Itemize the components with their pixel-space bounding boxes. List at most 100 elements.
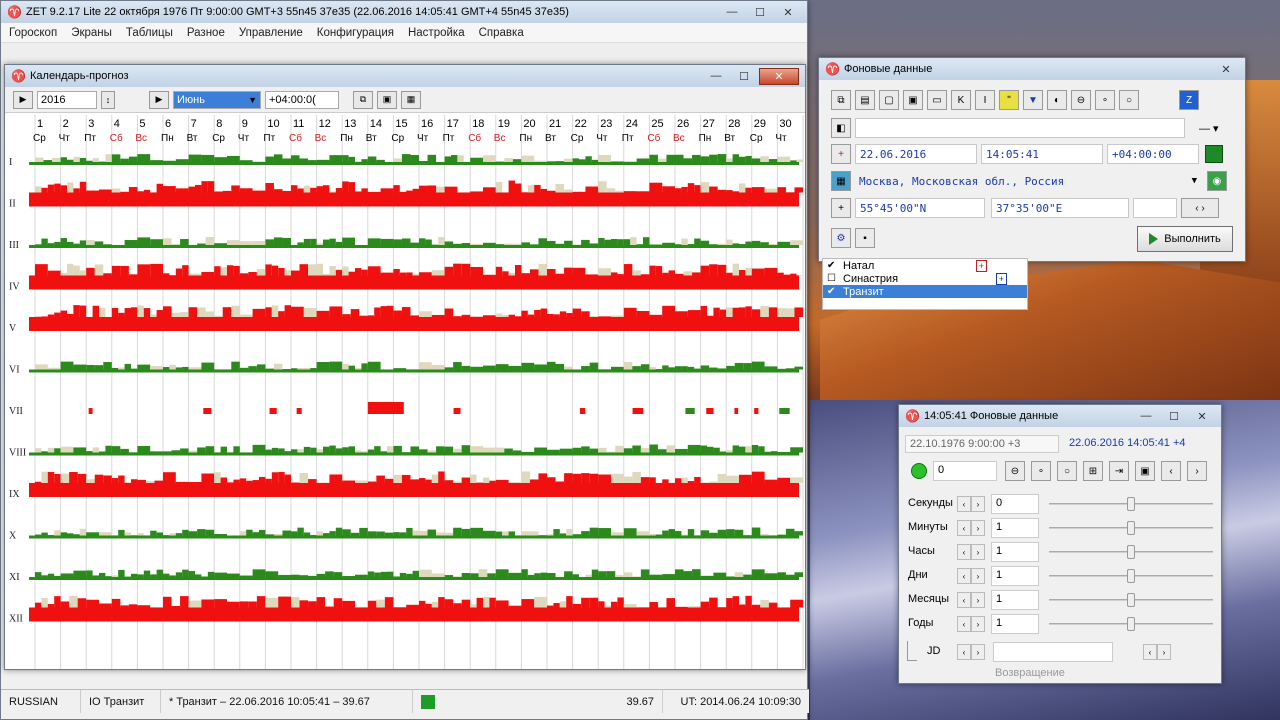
seconds-spinner[interactable]: ‹ › bbox=[957, 496, 985, 512]
minimize-button[interactable]: — bbox=[703, 68, 729, 85]
chart-icon[interactable]: ⊞ bbox=[1083, 461, 1103, 481]
menu-settings[interactable]: Настройка bbox=[408, 27, 465, 39]
prev-month-button[interactable]: ▶ bbox=[149, 90, 169, 109]
list-item-natal[interactable]: ✔ Натал + bbox=[823, 259, 1027, 272]
circle-strike-icon[interactable]: ⊖ bbox=[1005, 461, 1025, 481]
calendar-icon[interactable]: + bbox=[831, 144, 851, 164]
days-spinner[interactable]: ‹ › bbox=[957, 568, 985, 584]
name-field[interactable] bbox=[855, 118, 1185, 138]
map-icon[interactable]: ▦ bbox=[831, 171, 851, 191]
export-icon[interactable]: ⇥ bbox=[1109, 461, 1129, 481]
menu-misc[interactable]: Разное bbox=[187, 27, 225, 39]
chart-icon[interactable]: ▦ bbox=[401, 90, 421, 109]
time-field[interactable]: 14:05:41 bbox=[981, 144, 1103, 164]
maximize-button[interactable]: ☐ bbox=[1161, 408, 1187, 425]
coords-icon[interactable]: + bbox=[831, 198, 851, 218]
jd-spinner[interactable]: ‹ › bbox=[957, 644, 985, 660]
menu-screens[interactable]: Экраны bbox=[71, 27, 112, 39]
checkbox-transit[interactable]: ✔ bbox=[827, 286, 837, 297]
close-button[interactable]: ✕ bbox=[775, 4, 801, 21]
menu-horoscope[interactable]: Гороскоп bbox=[9, 27, 57, 39]
month-select[interactable]: Июнь ▼ bbox=[173, 90, 261, 109]
hours-slider[interactable] bbox=[1049, 545, 1213, 559]
k-icon[interactable]: K bbox=[951, 90, 971, 110]
list-item-synastry[interactable]: ☐ Синастрия + bbox=[823, 272, 1027, 285]
calendar-titlebar[interactable]: ♈ Календарь-прогноз — ☐ ✕ bbox=[5, 65, 805, 87]
copy-icon[interactable]: ⧉ bbox=[831, 90, 851, 110]
jd-field[interactable] bbox=[993, 642, 1113, 662]
jd-spinner-2[interactable]: ‹ › bbox=[1143, 644, 1171, 660]
run-button[interactable]: Выполнить bbox=[1137, 226, 1233, 252]
date-field[interactable]: 22.06.2016 bbox=[855, 144, 977, 164]
tz-color-icon[interactable] bbox=[1205, 145, 1223, 163]
timer-icon[interactable]: ʺ bbox=[999, 90, 1019, 110]
minutes-slider[interactable] bbox=[1049, 521, 1213, 535]
minimize-button[interactable]: — bbox=[719, 4, 745, 21]
save-icon[interactable]: ▣ bbox=[377, 90, 397, 109]
circle-strike-icon[interactable]: ⊖ bbox=[1071, 90, 1091, 110]
record-icon[interactable]: ▪ bbox=[855, 228, 875, 248]
days-slider[interactable] bbox=[1049, 569, 1213, 583]
minutes-field[interactable]: 1 bbox=[991, 518, 1039, 538]
years-slider[interactable] bbox=[1049, 617, 1213, 631]
seconds-field[interactable]: 0 bbox=[991, 494, 1039, 514]
lat-field[interactable]: 55°45'00"N bbox=[855, 198, 985, 218]
hours-spinner[interactable]: ‹ › bbox=[957, 544, 985, 560]
menu-control[interactable]: Управление bbox=[239, 27, 303, 39]
main-titlebar[interactable]: ♈ ZET 9.2.17 Lite 22 октября 1976 Пт 9:0… bbox=[1, 1, 807, 23]
months-spinner[interactable]: ‹ › bbox=[957, 592, 985, 608]
menu-tables[interactable]: Таблицы bbox=[126, 27, 173, 39]
step-back-icon[interactable]: ‹ bbox=[1161, 461, 1181, 481]
checkbox-synastry[interactable]: ☐ bbox=[827, 273, 837, 284]
alt-field[interactable] bbox=[1133, 198, 1177, 218]
new-icon[interactable]: ▢ bbox=[879, 90, 899, 110]
table-icon[interactable]: ▭ bbox=[927, 90, 947, 110]
paste-icon[interactable]: ▤ bbox=[855, 90, 875, 110]
person-icon[interactable]: ◧ bbox=[831, 118, 851, 138]
checkbox-natal[interactable]: ✔ bbox=[827, 260, 837, 271]
dash-menu[interactable]: — ▾ bbox=[1199, 122, 1219, 135]
tz-field[interactable]: +04:00:00 bbox=[1107, 144, 1199, 164]
minutes-spinner[interactable]: ‹ › bbox=[957, 520, 985, 536]
years-spinner[interactable]: ‹ › bbox=[957, 616, 985, 632]
save-icon[interactable]: ▣ bbox=[1135, 461, 1155, 481]
timezone-field[interactable]: +04:00:0( bbox=[265, 90, 339, 109]
minimize-button[interactable]: — bbox=[1133, 408, 1159, 425]
menu-config[interactable]: Конфигурация bbox=[317, 27, 394, 39]
year-spinner[interactable]: ↕ bbox=[101, 90, 115, 109]
bgdata-titlebar[interactable]: ♈ Фоновые данные ✕ bbox=[819, 58, 1245, 80]
shield-icon[interactable]: ▼ bbox=[1023, 90, 1043, 110]
place-field[interactable]: Москва, Московская обл., Россия ▼ bbox=[855, 171, 1201, 191]
settings-icon[interactable]: ⚙ bbox=[831, 228, 851, 248]
years-field[interactable]: 1 bbox=[991, 614, 1039, 634]
natal-icon[interactable]: + bbox=[975, 259, 987, 272]
z-icon[interactable]: Z bbox=[1179, 90, 1199, 110]
circle-icon[interactable]: ○ bbox=[1119, 90, 1139, 110]
step-forward-icon[interactable]: › bbox=[1187, 461, 1207, 481]
menu-help[interactable]: Справка bbox=[479, 27, 524, 39]
circle-icon[interactable]: ○ bbox=[1057, 461, 1077, 481]
text-icon[interactable]: I bbox=[975, 90, 995, 110]
prev-year-button[interactable]: ▶ bbox=[13, 90, 33, 109]
dot-icon[interactable]: ∘ bbox=[1095, 90, 1115, 110]
lon-field[interactable]: 37°35'00"E bbox=[991, 198, 1129, 218]
maximize-button[interactable]: ☐ bbox=[747, 4, 773, 21]
synastry-icon[interactable]: + bbox=[995, 272, 1007, 285]
maximize-button[interactable]: ☐ bbox=[731, 68, 757, 85]
hours-field[interactable]: 1 bbox=[991, 542, 1039, 562]
close-button[interactable]: ✕ bbox=[1189, 408, 1215, 425]
months-slider[interactable] bbox=[1049, 593, 1213, 607]
year-field[interactable]: 2016 bbox=[37, 90, 97, 109]
dot-icon[interactable]: ∘ bbox=[1031, 461, 1051, 481]
days-field[interactable]: 1 bbox=[991, 566, 1039, 586]
months-field[interactable]: 1 bbox=[991, 590, 1039, 610]
time-titlebar[interactable]: ♈ 14:05:41 Фоновые данные — ☐ ✕ bbox=[899, 405, 1221, 427]
circle-left-icon[interactable]: ◐ bbox=[1047, 90, 1067, 110]
close-button[interactable]: ✕ bbox=[1213, 61, 1239, 78]
save-icon[interactable]: ▣ bbox=[903, 90, 923, 110]
globe-icon[interactable]: ◉ bbox=[1207, 171, 1227, 191]
close-button[interactable]: ✕ bbox=[759, 67, 799, 85]
seconds-slider[interactable] bbox=[1049, 497, 1213, 511]
copy-icon[interactable]: ⧉ bbox=[353, 90, 373, 109]
coords-spinner[interactable]: ‹ › bbox=[1181, 198, 1219, 218]
